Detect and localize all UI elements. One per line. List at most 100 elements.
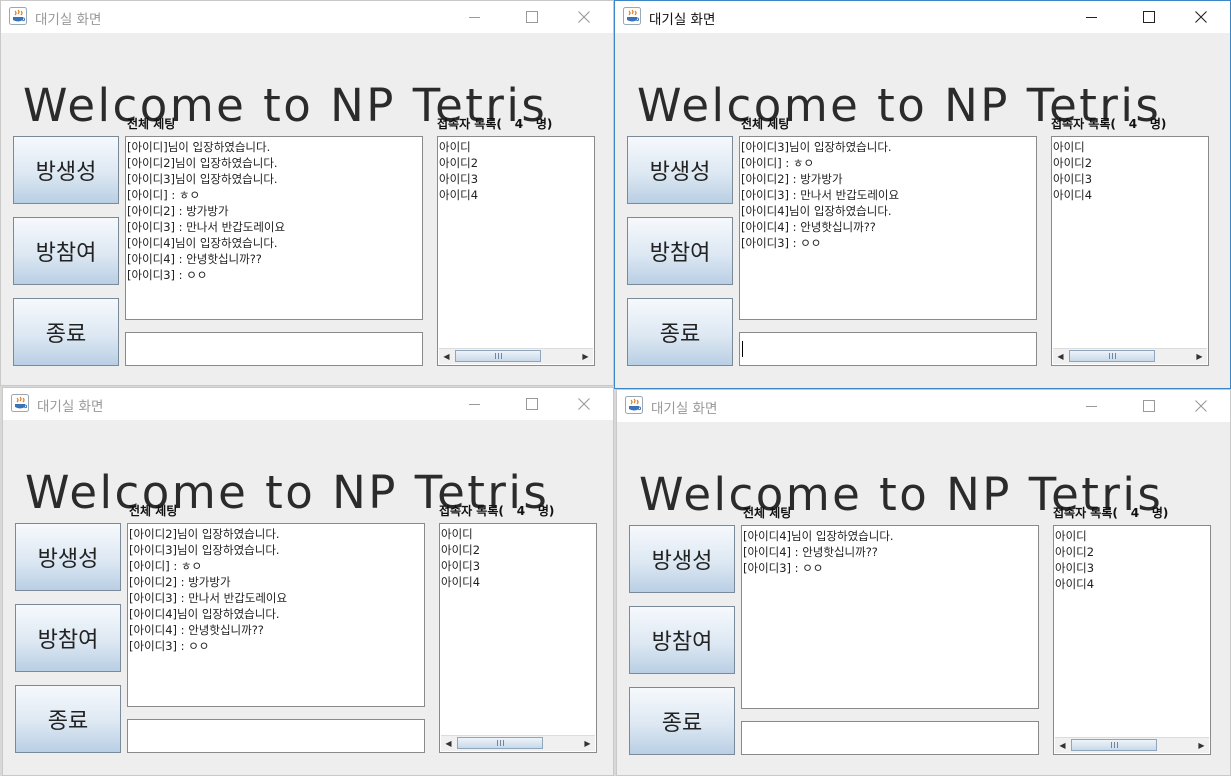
user-list-item[interactable]: 아이디2 [1055,544,1209,560]
exit-button[interactable]: 종료 [15,685,121,753]
minimize-icon[interactable] [1068,390,1114,422]
scroll-thumb[interactable] [455,350,541,362]
minimize-icon[interactable] [1068,1,1114,33]
chat-input[interactable] [741,721,1039,755]
users-label: 접속자 목록(4 명) [437,115,552,132]
users-label-suffix: 명) [535,117,553,131]
title-bar[interactable]: 대기실 화면 [1,1,613,33]
user-list-item[interactable]: 아이디2 [439,155,593,171]
close-icon[interactable] [561,388,607,420]
title-bar[interactable]: 대기실 화면 [3,388,613,420]
chat-line: [아이디2] : 방가방가 [127,204,229,218]
title-bar[interactable]: 대기실 화면 [617,390,1230,422]
chat-log[interactable]: [아이디3]님이 입장하였습니다. [아이디] : ㅎㅇ [아이디2] : 방가방가… [739,136,1037,320]
create-room-button[interactable]: 방생성 [15,523,121,591]
window-title: 대기실 화면 [651,401,718,417]
window-title: 대기실 화면 [37,399,104,415]
grip-icon [496,740,504,746]
scroll-thumb[interactable] [457,737,543,749]
grip-icon [1108,353,1116,359]
horizontal-scrollbar[interactable]: ◀ ▶ [1053,348,1207,364]
chat-input[interactable] [127,719,425,753]
user-list-item[interactable]: 아이디4 [439,187,593,203]
exit-button[interactable]: 종료 [629,687,735,755]
users-label-prefix: 접속자 목록( [437,117,502,131]
exit-button[interactable]: 종료 [627,298,733,366]
minimize-icon[interactable] [451,388,497,420]
user-list[interactable]: 아이디 아이디2 아이디3 아이디4 ◀ ▶ [437,136,595,366]
horizontal-scrollbar[interactable]: ◀ ▶ [1055,737,1209,753]
user-list[interactable]: 아이디 아이디2 아이디3 아이디4 ◀ ▶ [1053,525,1211,755]
chat-log[interactable]: [아이디4]님이 입장하였습니다. [아이디4] : 안녕핫십니까?? [아이디3]… [741,525,1039,709]
maximize-icon[interactable] [1126,390,1172,422]
user-list-item[interactable]: 아이디3 [439,171,593,187]
user-list-item[interactable]: 아이디4 [441,574,595,590]
maximize-icon[interactable] [509,388,555,420]
user-list-item[interactable]: 아이디2 [1053,155,1207,171]
chat-line: [아이디4] : 안녕핫십니까?? [129,623,264,637]
scroll-right-icon[interactable]: ▶ [580,736,595,751]
user-list-item[interactable]: 아이디 [441,526,595,542]
create-room-button[interactable]: 방생성 [13,136,119,204]
user-list-item[interactable]: 아이디3 [1053,171,1207,187]
user-list-item[interactable]: 아이디 [1053,139,1207,155]
close-icon[interactable] [561,1,607,33]
user-list-items: 아이디 아이디2 아이디3 아이디4 [438,137,594,205]
scroll-thumb[interactable] [1069,350,1155,362]
horizontal-scrollbar[interactable]: ◀ ▶ [441,735,595,751]
window-content: Welcome to NP Tetris 방생성 방참여 종료 전체 체팅 접속… [617,422,1230,775]
user-list-item[interactable]: 아이디2 [441,542,595,558]
text-caret [742,341,743,357]
scroll-right-icon[interactable]: ▶ [578,349,593,364]
scroll-left-icon[interactable]: ◀ [441,736,456,751]
chat-line: [아이디]님이 입장하였습니다. [127,140,271,154]
user-list-items: 아이디 아이디2 아이디3 아이디4 [1052,137,1208,205]
create-room-button[interactable]: 방생성 [627,136,733,204]
exit-button[interactable]: 종료 [13,298,119,366]
user-list-item[interactable]: 아이디4 [1053,187,1207,203]
user-list-item[interactable]: 아이디 [1055,528,1209,544]
users-label-suffix: 명) [1149,117,1167,131]
users-label: 접속자 목록(4 명) [1053,504,1168,521]
user-count: 4 [1128,117,1138,131]
maximize-icon[interactable] [1126,1,1172,33]
scroll-right-icon[interactable]: ▶ [1194,738,1209,753]
user-list-item[interactable]: 아이디 [439,139,593,155]
user-list-item[interactable]: 아이디3 [441,558,595,574]
chat-input[interactable] [739,332,1037,366]
chat-line: [아이디4]님이 입장하였습니다. [741,204,892,218]
user-list[interactable]: 아이디 아이디2 아이디3 아이디4 ◀ ▶ [1051,136,1209,366]
user-list-item[interactable]: 아이디4 [1055,576,1209,592]
chat-line: [아이디3] : 만나서 반갑도레이요 [129,591,288,605]
join-room-button[interactable]: 방참여 [627,217,733,285]
maximize-icon[interactable] [509,1,555,33]
chat-line: [아이디4] : 안녕핫십니까?? [743,545,878,559]
scroll-left-icon[interactable]: ◀ [1055,738,1070,753]
chat-log[interactable]: [아이디2]님이 입장하였습니다. [아이디3]님이 입장하였습니다. [아이디] … [127,523,425,707]
minimize-icon[interactable] [451,1,497,33]
title-bar[interactable]: 대기실 화면 [615,1,1230,33]
join-room-button[interactable]: 방참여 [13,217,119,285]
user-list-item[interactable]: 아이디3 [1055,560,1209,576]
grip-icon [1110,742,1118,748]
chat-input[interactable] [125,332,423,366]
java-app-icon [11,394,29,412]
chat-line: [아이디3] : ㅇㅇ [129,639,210,653]
close-icon[interactable] [1178,390,1224,422]
chat-log[interactable]: [아이디]님이 입장하였습니다. [아이디2]님이 입장하였습니다. [아이디3]님… [125,136,423,320]
window-title: 대기실 화면 [649,12,716,28]
create-room-button[interactable]: 방생성 [629,525,735,593]
user-list[interactable]: 아이디 아이디2 아이디3 아이디4 ◀ ▶ [439,523,597,753]
scroll-left-icon[interactable]: ◀ [1053,349,1068,364]
chat-line: [아이디2]님이 입장하였습니다. [129,527,280,541]
join-room-button[interactable]: 방참여 [629,606,735,674]
chat-label: 전체 체팅 [743,506,792,520]
chat-line: [아이디3] : ㅇㅇ [743,561,824,575]
scroll-thumb[interactable] [1071,739,1157,751]
join-room-button[interactable]: 방참여 [15,604,121,672]
users-label: 접속자 목록(4 명) [439,502,554,519]
horizontal-scrollbar[interactable]: ◀ ▶ [439,348,593,364]
close-icon[interactable] [1178,1,1224,33]
scroll-left-icon[interactable]: ◀ [439,349,454,364]
scroll-right-icon[interactable]: ▶ [1192,349,1207,364]
